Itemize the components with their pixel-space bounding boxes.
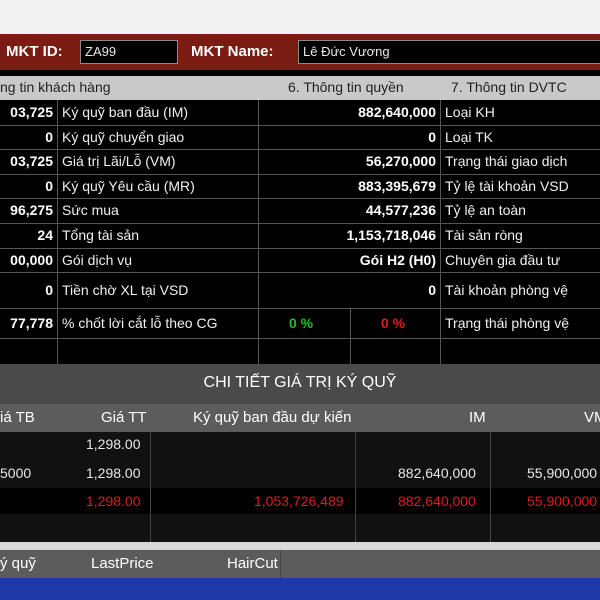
col-header-margin[interactable]: ý quỹ bbox=[0, 555, 36, 572]
vm-cell: 55,900,000 bbox=[527, 465, 598, 481]
info-right-label: Tài sản ròng bbox=[445, 227, 523, 243]
row-divider bbox=[0, 338, 600, 339]
info-left-value: 24 bbox=[37, 227, 53, 243]
row-divider bbox=[0, 272, 600, 274]
info-value: 0 bbox=[428, 282, 436, 298]
mkt-name-field[interactable]: Lê Đức Vương bbox=[298, 40, 600, 64]
market-price-cell: 1,298.00 bbox=[86, 465, 141, 481]
info-right-label: Tỷ lệ an toàn bbox=[445, 202, 526, 219]
row-divider bbox=[0, 308, 600, 309]
col-header-avg-price[interactable]: iá TB bbox=[0, 409, 35, 426]
info-value: 44,577,236 bbox=[365, 202, 436, 219]
info-label: Sức mua bbox=[62, 202, 119, 219]
info-left-value: 96,275 bbox=[10, 202, 53, 219]
stop-loss-percent: 0 % bbox=[381, 315, 406, 331]
tab-financial-services-info[interactable]: 7. Thông tin DVTC bbox=[451, 79, 567, 95]
mkt-name-label: MKT Name: bbox=[191, 43, 274, 60]
grid-divider bbox=[440, 100, 441, 364]
grid-divider bbox=[350, 308, 351, 364]
mkt-id-label: MKT ID: bbox=[6, 43, 63, 60]
margin-detail-title: CHI TIẾT GIÁ TRỊ KÝ QUỸ bbox=[203, 374, 397, 391]
info-left-value: 77,778 bbox=[10, 315, 53, 331]
col-header-last-price[interactable]: LastPrice bbox=[91, 555, 154, 572]
info-right-label: Tài khoản phòng vệ bbox=[445, 282, 568, 298]
info-label: Ký quỹ ban đầu (IM) bbox=[62, 104, 189, 120]
info-right-label: Tỷ lệ tài khoản VSD bbox=[445, 177, 569, 194]
col-divider bbox=[280, 550, 281, 578]
col-header-expected-initial-margin[interactable]: Ký quỹ ban đầu dự kiến bbox=[193, 409, 351, 426]
info-value: 882,640,000 bbox=[358, 104, 436, 120]
col-divider bbox=[150, 432, 151, 542]
tab-rights-info[interactable]: 6. Thông tin quyền bbox=[288, 79, 404, 95]
info-value: 1,153,718,046 bbox=[346, 227, 436, 243]
info-label: % chốt lời cắt lỗ theo CG bbox=[62, 315, 218, 331]
market-price-cell: 1,298.00 bbox=[86, 436, 141, 452]
col-divider bbox=[355, 432, 356, 542]
info-left-value: 0 bbox=[45, 128, 53, 145]
grid-divider bbox=[57, 100, 58, 364]
info-right-label: Trạng thái phòng vệ bbox=[445, 315, 570, 331]
expected-initial-margin-cell: 1,053,726,489 bbox=[254, 493, 344, 509]
service-package-value: Gói H2 (H0) bbox=[359, 251, 436, 268]
info-label: Gói dịch vụ bbox=[62, 251, 133, 268]
col-header-market-price[interactable]: Giá TT bbox=[101, 409, 147, 426]
col-header-haircut[interactable]: HairCut bbox=[227, 555, 278, 572]
info-label: Giá trị Lãi/Lỗ (VM) bbox=[62, 153, 176, 170]
info-label: Tổng tài sản bbox=[62, 227, 140, 243]
im-cell: 882,640,000 bbox=[398, 493, 476, 509]
info-value: 883,395,679 bbox=[358, 177, 436, 194]
collateral-table-header bbox=[0, 550, 600, 578]
info-label: Tiền chờ XL tại VSD bbox=[62, 282, 189, 298]
info-left-value: 00,000 bbox=[10, 251, 53, 268]
top-strip bbox=[0, 0, 600, 34]
col-divider bbox=[490, 432, 491, 542]
info-right-label: Loại TK bbox=[445, 128, 493, 145]
vm-cell: 55,900,000 bbox=[527, 493, 598, 509]
panel-separator bbox=[0, 542, 600, 550]
info-label: Ký quỹ Yêu cầu (MR) bbox=[62, 177, 195, 194]
selected-row[interactable] bbox=[0, 578, 600, 600]
info-left-value: 03,725 bbox=[10, 104, 53, 120]
info-right-label: Trạng thái giao dịch bbox=[445, 153, 568, 170]
avg-price-cell: 5000 bbox=[0, 465, 32, 481]
market-price-cell: 1,298.00 bbox=[86, 493, 141, 509]
info-left-value: 0 bbox=[45, 282, 53, 298]
grid-divider bbox=[258, 100, 259, 364]
info-value: 56,270,000 bbox=[365, 153, 436, 170]
im-cell: 882,640,000 bbox=[398, 465, 476, 481]
info-left-value: 0 bbox=[45, 177, 53, 194]
tab-customer-info[interactable]: ng tin khách hàng bbox=[0, 79, 111, 95]
info-value: 0 bbox=[428, 128, 436, 145]
info-left-value: 03,725 bbox=[10, 153, 53, 170]
mkt-id-field[interactable]: ZA99 bbox=[80, 40, 178, 64]
info-right-label: Loại KH bbox=[445, 104, 495, 120]
info-right-label: Chuyên gia đầu tư bbox=[445, 251, 561, 268]
info-label: Ký quỹ chuyển giao bbox=[62, 128, 185, 145]
col-header-vm[interactable]: VM bbox=[584, 409, 600, 426]
take-profit-percent: 0 % bbox=[289, 315, 314, 331]
col-header-im[interactable]: IM bbox=[469, 409, 486, 426]
